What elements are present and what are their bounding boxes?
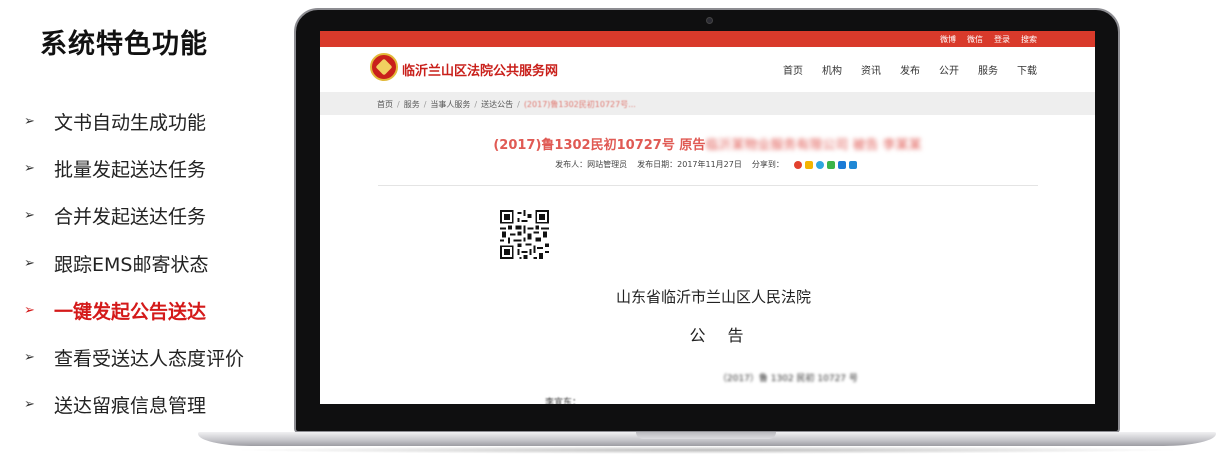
breadcrumb-separator: /: [423, 99, 427, 109]
nav-services[interactable]: 服务: [978, 62, 998, 77]
arrow-bullet-icon: ➢: [24, 302, 35, 318]
breadcrumb-separator: /: [517, 99, 520, 109]
nav-home[interactable]: 首页: [783, 62, 803, 77]
nav-institutions[interactable]: 机构: [822, 62, 842, 77]
feature-item-batch-delivery: ➢ 批量发起送达任务: [24, 145, 244, 192]
breadcrumb: 首页 / 服务 / 当事人服务 / 送达公告 / (2017)鲁1302民初10727号…: [320, 93, 1095, 115]
top-link-weibo[interactable]: 微博: [940, 34, 956, 45]
feature-label: 查看受送达人态度评价: [54, 348, 245, 371]
notice-meta: 发布人：网站管理员 发布日期：2017年11月27日 分享到：: [320, 159, 1095, 170]
breadcrumb-separator: /: [474, 99, 478, 109]
main-nav: 首页 机构 资讯 发布 公开 服务 下载: [764, 62, 1037, 77]
qr-code-icon: [500, 210, 549, 259]
publisher: 发布人：网站管理员: [555, 160, 628, 169]
feature-label: 送达留痕信息管理: [54, 395, 207, 418]
court-emblem-icon[interactable]: [370, 53, 398, 81]
feature-list: ➢ 文书自动生成功能 ➢ 批量发起送达任务 ➢ 合并发起送达任务 ➢ 跟踪EMS邮寄状态…: [24, 98, 244, 428]
feature-item-ems-tracking: ➢ 跟踪EMS邮寄状态: [24, 240, 244, 287]
arrow-bullet-icon: ➢: [24, 208, 35, 224]
more-share-icon[interactable]: [848, 160, 857, 169]
breadcrumb-home[interactable]: 首页: [377, 99, 393, 110]
feature-label: 跟踪EMS邮寄状态: [54, 253, 209, 276]
slide-title: 系统特色功能: [40, 29, 208, 60]
wechat-icon[interactable]: [826, 160, 835, 169]
qzone-icon[interactable]: [804, 160, 813, 169]
pengyou-icon[interactable]: [815, 160, 824, 169]
announcement-heading: 公告: [689, 326, 766, 345]
court-name: 山东省临沂市兰山区人民法院: [615, 288, 811, 306]
feature-item-doc-generation: ➢ 文书自动生成功能: [24, 98, 244, 145]
top-link-search[interactable]: 搜索: [1021, 34, 1037, 45]
feature-item-one-click-announcement: ➢ 一键发起公告送达: [24, 287, 244, 334]
arrow-bullet-icon: ➢: [24, 161, 35, 177]
site-header: 临沂兰山区法院公共服务网 首页 机构 资讯 发布 公开 服务 下载: [320, 47, 1095, 93]
notice-title-case: (2017)鲁1302民初10727号 原告: [493, 138, 706, 153]
feature-item-merge-delivery: ➢ 合并发起送达任务: [24, 192, 244, 239]
arrow-bullet-icon: ➢: [24, 255, 35, 271]
addressee: 李宜东：: [545, 398, 582, 404]
breadcrumb-party-services[interactable]: 当事人服务: [430, 99, 470, 110]
content-divider: [378, 185, 1038, 186]
top-link-wechat[interactable]: 微信: [967, 34, 983, 45]
laptop-screen: 微博 微信 登录 搜索 临沂兰山区法院公共服务网 首页 机构 资讯 发布 公开 …: [320, 31, 1095, 404]
feature-label: 合并发起送达任务: [54, 206, 207, 229]
publish-date: 发布日期：2017年11月27日: [637, 160, 742, 169]
feature-item-trace-management: ➢ 送达留痕信息管理: [24, 381, 244, 428]
arrow-bullet-icon: ➢: [24, 350, 35, 366]
top-link-login[interactable]: 登录: [994, 34, 1010, 45]
emblem-center: [375, 58, 393, 76]
nav-download[interactable]: 下载: [1017, 62, 1037, 77]
nav-publish[interactable]: 发布: [900, 62, 920, 77]
breadcrumb-separator: /: [397, 99, 400, 109]
weibo-icon[interactable]: [793, 160, 802, 169]
laptop-notch: [636, 432, 776, 439]
tqq-icon[interactable]: [837, 160, 846, 169]
site-name[interactable]: 临沂兰山区法院公共服务网: [402, 60, 558, 79]
feature-label: 一键发起公告送达: [54, 300, 207, 323]
feature-item-attitude-rating: ➢ 查看受送达人态度评价: [24, 334, 244, 381]
case-number: （2017）鲁 1302 民初 10727 号: [718, 374, 858, 384]
feature-label: 批量发起送达任务: [54, 159, 207, 182]
arrow-bullet-icon: ➢: [24, 114, 35, 130]
laptop-shadow: [230, 446, 1185, 454]
top-utility-bar: 微博 微信 登录 搜索: [320, 31, 1095, 47]
notice-title-parties: 临沂某物业服务有限公司 被告 李某某: [705, 138, 922, 153]
breadcrumb-services[interactable]: 服务: [404, 99, 420, 110]
nav-public[interactable]: 公开: [939, 62, 959, 77]
feature-label: 文书自动生成功能: [54, 112, 207, 135]
share-label: 分享到：: [751, 160, 784, 169]
breadcrumb-delivery-notices[interactable]: 送达公告: [481, 99, 513, 110]
arrow-bullet-icon: ➢: [24, 397, 35, 413]
camera-icon: [706, 17, 713, 24]
notice-title: (2017)鲁1302民初10727号 原告临沂某物业服务有限公司 被告 李某某: [320, 134, 1095, 153]
nav-news[interactable]: 资讯: [861, 62, 881, 77]
breadcrumb-current: (2017)鲁1302民初10727号...: [523, 99, 636, 109]
